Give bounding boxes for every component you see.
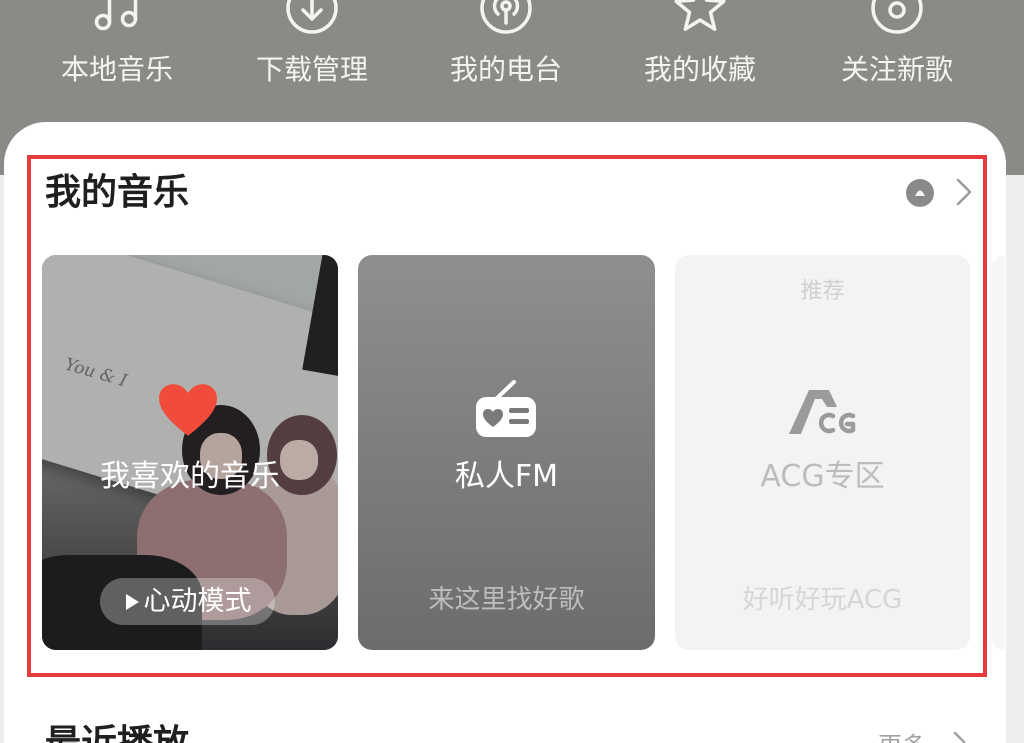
circle-badge-icon (906, 179, 934, 207)
recent-more-button[interactable]: 更多 (878, 730, 978, 743)
recent-more-label: 更多 (878, 732, 926, 743)
heart-icon (159, 384, 217, 436)
podcast-icon (476, 0, 536, 36)
card-liked-music[interactable]: You & I 我喜欢的音乐 心动模式 (42, 255, 338, 650)
nav-item-label: 关注新歌 (840, 53, 953, 86)
card-title: 私人FM (454, 459, 559, 494)
nav-item-label: 我的收藏 (643, 53, 756, 86)
nav-item-downloads[interactable]: 下载管理 (232, 0, 392, 100)
nav-item-label: 下载管理 (255, 53, 368, 86)
nav-item-favorites[interactable]: 我的收藏 (620, 0, 780, 100)
my-music-title: 我的音乐 (45, 172, 190, 213)
heartbeat-mode-button[interactable]: 心动模式 (100, 578, 275, 625)
play-icon (125, 593, 139, 610)
card-acg-zone[interactable]: 推荐 ACG专区 好听好玩ACG (675, 255, 970, 650)
card-title: ACG专区 (760, 459, 885, 494)
nav-item-my-radio[interactable]: 我的电台 (426, 0, 586, 100)
chevron-right-icon (956, 178, 972, 206)
music-note-icon (87, 0, 147, 36)
next-card-peek[interactable] (991, 255, 1005, 650)
nav-item-label: 本地音乐 (60, 53, 173, 86)
recent-section-title: 最近播放 (45, 722, 189, 743)
acg-logo-icon (789, 390, 856, 434)
card-title: 我喜欢的音乐 (100, 459, 280, 494)
star-icon (670, 0, 730, 36)
heartbeat-mode-label: 心动模式 (143, 585, 252, 617)
card-subtitle: 来这里找好歌 (428, 585, 585, 615)
recommend-tag: 推荐 (800, 279, 845, 304)
my-music-more-button[interactable] (900, 172, 980, 212)
card-subtitle: 好听好玩ACG (742, 585, 903, 615)
download-icon (282, 0, 342, 36)
nav-item-local-music[interactable]: 本地音乐 (37, 0, 197, 100)
nav-item-new-songs[interactable]: 关注新歌 (817, 0, 977, 100)
radio-icon (476, 380, 536, 437)
nav-item-label: 我的电台 (449, 53, 562, 86)
disc-icon (867, 0, 927, 36)
card-private-fm[interactable]: 私人FM 来这里找好歌 (358, 255, 655, 650)
chevron-right-icon (953, 731, 966, 743)
